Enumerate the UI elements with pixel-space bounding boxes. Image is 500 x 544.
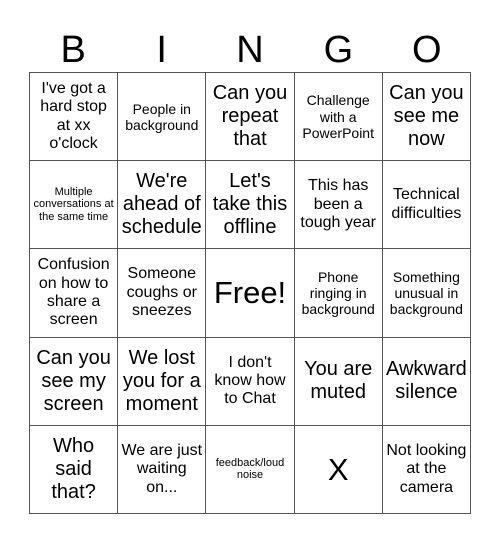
free-space-cell[interactable]: Free! (206, 249, 295, 338)
bingo-cell[interactable]: Let's take this offline (206, 161, 295, 250)
bingo-cell[interactable]: Something unusual in background (382, 249, 471, 338)
bingo-cell[interactable]: Not looking at the camera (382, 425, 471, 514)
bingo-cell[interactable]: Phone ringing in background (294, 249, 383, 338)
header-letter-g: G (323, 29, 354, 71)
bingo-cell[interactable]: People in background (118, 73, 207, 162)
bingo-cell[interactable]: Someone coughs or sneezes (118, 249, 207, 338)
header-letter-n: N (236, 29, 264, 71)
header-letter-i: I (156, 29, 167, 71)
bingo-cell[interactable]: I don't know how to Chat (206, 337, 295, 426)
header-letter-o: O (412, 29, 442, 71)
bingo-cell[interactable]: We are just waiting on... (118, 425, 207, 514)
bingo-cell[interactable]: Can you see my screen (30, 337, 119, 426)
bingo-cell[interactable]: Awkward silence (382, 337, 471, 426)
bingo-cell[interactable]: X (294, 425, 383, 514)
header-letter-b: B (60, 29, 86, 71)
bingo-grid: I've got a hard stop at xx o'clock People… (29, 72, 471, 514)
bingo-cell[interactable]: We're ahead of schedule (118, 161, 207, 250)
bingo-cell[interactable]: Confusion on how to share a screen (30, 249, 119, 338)
bingo-cell[interactable]: This has been a tough year (294, 161, 383, 250)
bingo-cell[interactable]: You are muted (294, 337, 383, 426)
bingo-cell[interactable]: I've got a hard stop at xx o'clock (30, 73, 119, 162)
bingo-cell[interactable]: Can you see me now (382, 73, 471, 162)
bingo-cell[interactable]: We lost you for a moment (118, 337, 207, 426)
bingo-cell[interactable]: Challenge with a PowerPoint (294, 73, 383, 162)
bingo-cell[interactable]: Who said that? (30, 425, 119, 514)
bingo-header: B I N G O (29, 28, 471, 72)
bingo-cell[interactable]: Multiple conversations at the same time (30, 161, 119, 250)
bingo-cell[interactable]: Can you repeat that (206, 73, 295, 162)
bingo-cell[interactable]: Technical difficulties (382, 161, 471, 250)
bingo-cell[interactable]: feedback/loud noise (206, 425, 295, 514)
